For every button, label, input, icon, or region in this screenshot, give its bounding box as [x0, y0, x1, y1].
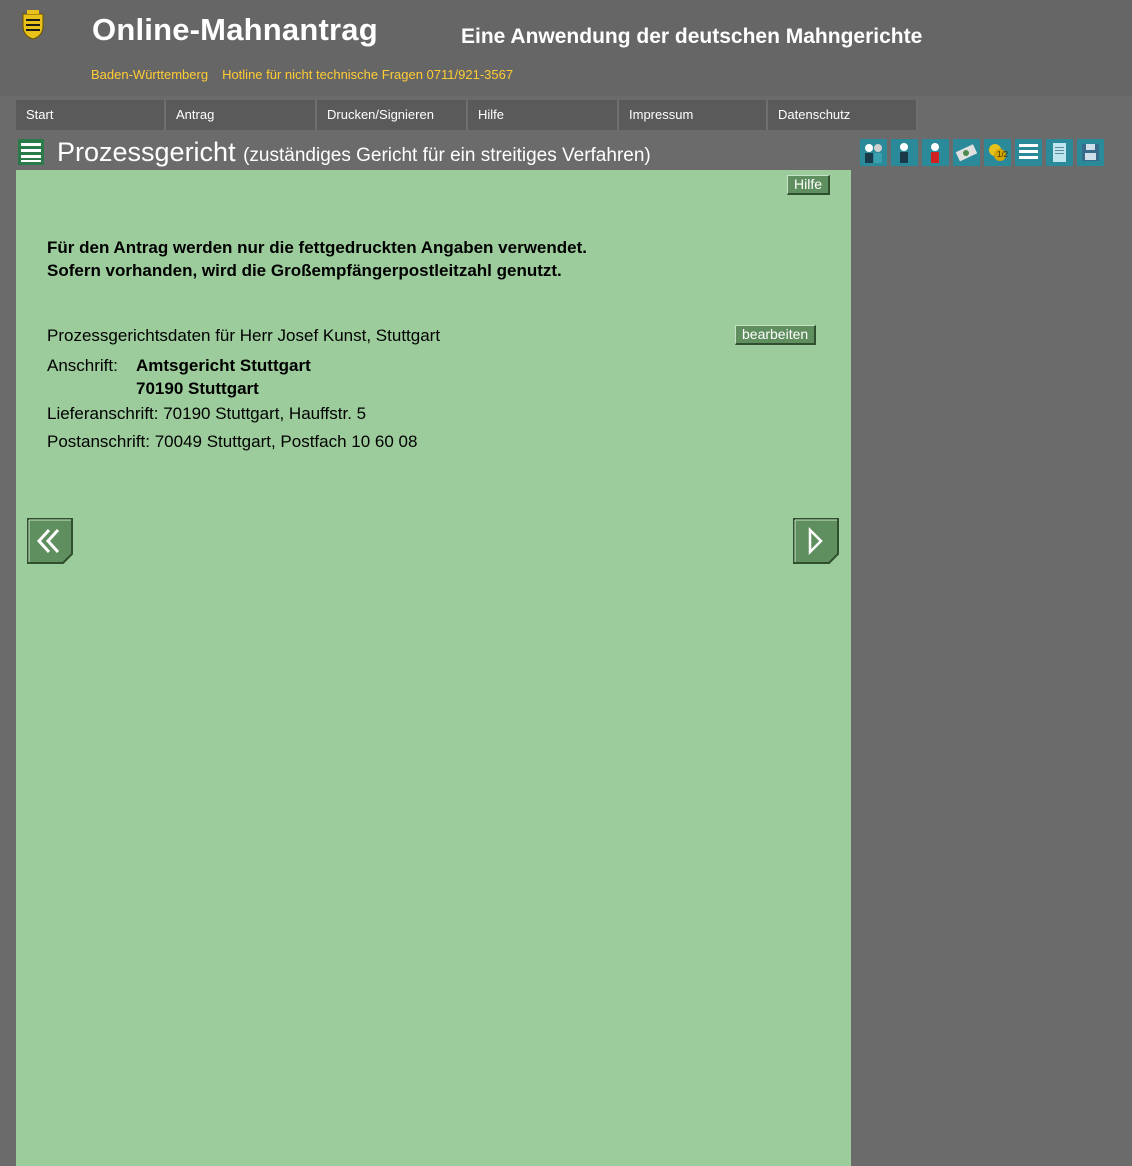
money-icon[interactable] — [953, 139, 980, 166]
postal-address: Postanschrift: 70049 Stuttgart, Postfach… — [47, 432, 418, 451]
state-hotline-line: Baden-Württemberg Hotline für nicht techn… — [91, 67, 513, 82]
page-subtitle: (zuständiges Gericht für ein streitiges … — [243, 145, 651, 166]
delivery-address: Lieferanschrift: 70190 Stuttgart, Hauffs… — [47, 404, 367, 423]
hotline-label: Hotline für nicht technische Fragen 0711… — [222, 67, 514, 82]
nav-datenschutz[interactable]: Datenschutz — [768, 100, 918, 130]
page-title-bar: Prozessgericht (zuständiges Gericht für … — [16, 136, 1132, 170]
toolbar: 1/2 — [860, 139, 1104, 166]
app-subtitle: Eine Anwendung der deutschen Mahngericht… — [461, 25, 923, 48]
page-title: Prozessgericht (zuständiges Gericht für … — [57, 137, 651, 168]
nav-start[interactable]: Start — [16, 100, 166, 130]
notice-line-1: Für den Antrag werden nur die fettgedruc… — [47, 238, 587, 257]
app-title: Online-Mahnantrag — [92, 12, 378, 47]
nav-impressum[interactable]: Impressum — [619, 100, 768, 130]
svg-text:1/2: 1/2 — [997, 150, 1009, 159]
person-icon[interactable] — [891, 139, 918, 166]
edit-button[interactable]: bearbeiten — [735, 325, 817, 345]
notice-text: Für den Antrag werden nur die fettgedruc… — [47, 236, 587, 282]
next-arrow-icon[interactable] — [793, 518, 839, 564]
save-icon[interactable] — [1077, 139, 1104, 166]
notice-line-2: Sofern vorhanden, wird die Großempfänger… — [47, 261, 562, 280]
list-icon[interactable] — [1015, 139, 1042, 166]
address-label: Anschrift: — [47, 356, 118, 375]
nav-antrag[interactable]: Antrag — [166, 100, 317, 130]
coat-of-arms-icon — [22, 10, 44, 40]
help-button[interactable]: Hilfe — [787, 175, 831, 195]
document-icon[interactable] — [1046, 139, 1073, 166]
court-zip-city: 70190 Stuttgart — [136, 379, 259, 398]
coins-icon[interactable]: 1/2 — [984, 139, 1011, 166]
person-red-icon[interactable] — [922, 139, 949, 166]
content-panel: Hilfe Für den Antrag werden nur die fett… — [16, 170, 851, 1166]
page-title-text: Prozessgericht — [57, 137, 236, 167]
app-header: Online-Mahnantrag Eine Anwendung der deu… — [0, 0, 1132, 96]
nav-hilfe[interactable]: Hilfe — [468, 100, 619, 130]
state-label: Baden-Württemberg — [91, 67, 209, 82]
court-name: Amtsgericht Stuttgart — [136, 356, 311, 375]
court-data-heading: Prozessgerichtsdaten für Herr Josef Kuns… — [47, 326, 441, 345]
back-arrow-icon[interactable] — [27, 518, 73, 564]
nav-drucken-signieren[interactable]: Drucken/Signieren — [317, 100, 468, 130]
form-list-icon — [18, 139, 44, 165]
persons-icon[interactable] — [860, 139, 887, 166]
main-nav: Start Antrag Drucken/Signieren Hilfe Imp… — [16, 100, 918, 130]
